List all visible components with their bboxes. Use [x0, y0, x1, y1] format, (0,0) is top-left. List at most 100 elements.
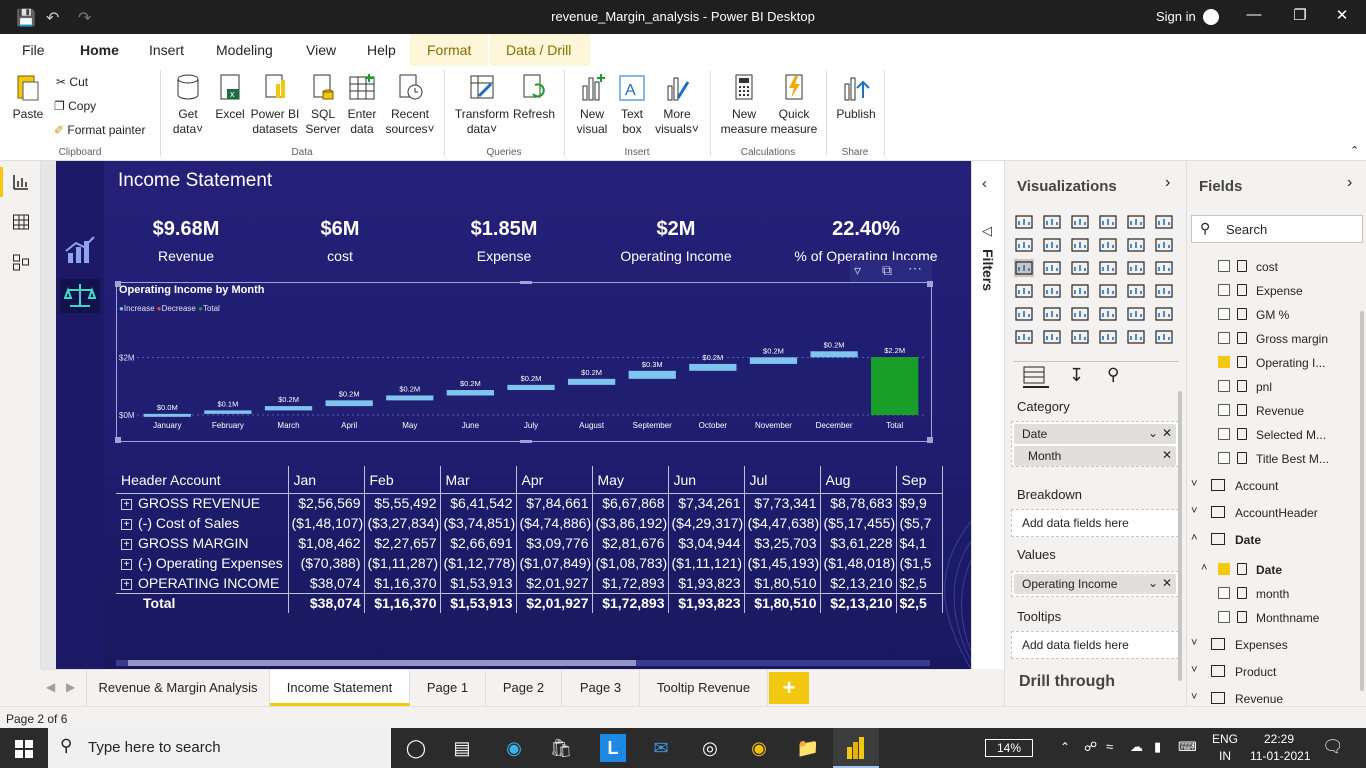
table-visual-icon[interactable]: [1042, 305, 1062, 323]
language-indicator[interactable]: ENG: [1212, 732, 1238, 746]
decomposition-tree-visual-icon[interactable]: [1014, 328, 1034, 346]
kpi-card-operating-income-pct[interactable]: 22.40%% of Operating Income: [776, 218, 956, 264]
key-influencers-visual-icon[interactable]: [1154, 305, 1174, 323]
store-icon[interactable]: 🛍: [538, 728, 584, 768]
checkbox[interactable]: [1218, 284, 1230, 296]
power-bi-taskbar-button[interactable]: [833, 728, 879, 768]
field-item[interactable]: Operating I...: [1187, 351, 1366, 375]
network-icon[interactable]: ☍: [1084, 739, 1097, 755]
chevron-up-icon[interactable]: ˄: [1191, 532, 1197, 544]
fields-tab[interactable]: [1023, 366, 1049, 388]
menu-view[interactable]: View: [302, 42, 340, 58]
edge-browser-icon[interactable]: ◉: [491, 728, 537, 768]
scatter-visual-icon[interactable]: [1070, 259, 1090, 277]
line-clustered-visual-icon[interactable]: [1126, 236, 1146, 254]
matrix-row[interactable]: + (-) Operating Expenses ($70,388) ($1,11,2…: [116, 553, 943, 573]
table-item[interactable]: ˅ Revenue: [1187, 687, 1366, 706]
tab-page-3[interactable]: Page 3: [562, 670, 640, 706]
field-item[interactable]: GM %: [1187, 303, 1366, 327]
chevron-up-icon[interactable]: ⌃: [1060, 740, 1070, 754]
chrome-icon[interactable]: ◉: [736, 728, 782, 768]
paste-button[interactable]: Paste: [6, 72, 50, 122]
qa-visual-icon[interactable]: [1042, 328, 1062, 346]
table-item[interactable]: ˅ Account: [1187, 474, 1366, 498]
table-item[interactable]: ˅ Product: [1187, 660, 1366, 684]
new-visual-button[interactable]: New visual: [572, 72, 612, 137]
field-item[interactable]: Monthname: [1187, 606, 1366, 630]
media-icon[interactable]: ◎: [687, 728, 733, 768]
tab-revenue-margin-analysis[interactable]: Revenue & Margin Analysis: [86, 670, 270, 706]
expand-icon[interactable]: +: [121, 558, 132, 570]
field-item[interactable]: Expense: [1187, 279, 1366, 303]
tab-page-1[interactable]: Page 1: [410, 670, 486, 706]
clustered-bar-visual-icon[interactable]: [1070, 213, 1090, 231]
expand-icon[interactable]: +: [121, 499, 132, 511]
stacked-bar-visual-icon[interactable]: [1014, 213, 1034, 231]
more-visuals-button[interactable]: More visuals˅: [652, 72, 702, 137]
matrix-column-header[interactable]: Aug: [820, 466, 897, 494]
new-measure-button[interactable]: New measure: [718, 72, 770, 137]
filled-map-visual-icon[interactable]: [1042, 282, 1062, 300]
fields-scrollbar[interactable]: [1360, 311, 1364, 691]
next-page-icon[interactable]: ▶: [66, 680, 75, 694]
map-visual-icon[interactable]: [1014, 282, 1034, 300]
category-subfield-chip[interactable]: Month ✕: [1014, 446, 1176, 466]
menu-modeling[interactable]: Modeling: [212, 42, 277, 58]
matrix-column-header[interactable]: Jun: [668, 466, 745, 494]
tooltips-well[interactable]: Add data fields here: [1011, 631, 1179, 659]
chevron-down-icon[interactable]: ˅: [1191, 664, 1197, 676]
pie-visual-icon[interactable]: [1098, 259, 1118, 277]
battery-icon[interactable]: ▮: [1154, 739, 1161, 755]
close-button[interactable]: ✕: [1322, 6, 1362, 24]
app-l-icon[interactable]: L: [600, 734, 626, 762]
checkbox[interactable]: [1218, 452, 1230, 464]
viz-scrollbar[interactable]: [1178, 391, 1182, 681]
r-visual-visual-icon[interactable]: [1098, 305, 1118, 323]
publish-button[interactable]: Publish: [834, 72, 878, 122]
tab-income-statement[interactable]: Income Statement: [270, 670, 410, 706]
menu-home[interactable]: Home: [76, 42, 123, 58]
battery-indicator[interactable]: 14%: [985, 739, 1033, 757]
copy-button[interactable]: ❐ Copy: [54, 99, 96, 113]
sign-in-link[interactable]: Sign in: [1156, 9, 1196, 24]
remove-icon[interactable]: ✕: [1162, 576, 1172, 590]
donut-visual-icon[interactable]: [1126, 259, 1146, 277]
checkbox[interactable]: [1218, 611, 1230, 623]
menu-data-drill[interactable]: Data / Drill: [502, 42, 575, 58]
chevron-down-icon[interactable]: ⌄: [1148, 576, 1158, 590]
kpi-card-expense[interactable]: $1.85M Expense: [419, 218, 589, 264]
more-options-icon[interactable]: ⋯: [908, 260, 922, 277]
resize-handle[interactable]: [115, 437, 121, 443]
checkbox[interactable]: [1218, 404, 1230, 416]
mail-icon[interactable]: ✉: [638, 728, 684, 768]
field-item[interactable]: month: [1187, 582, 1366, 606]
line-visual-icon[interactable]: [1014, 236, 1034, 254]
chevron-down-icon[interactable]: ˅: [1191, 691, 1197, 703]
values-well[interactable]: Operating Income ⌄ ✕: [1011, 571, 1179, 597]
stacked-column-visual-icon[interactable]: [1042, 213, 1062, 231]
task-view-icon[interactable]: ▤: [439, 728, 485, 768]
waterfall-chart-visual[interactable]: Operating Income by Month ●Increase ●Dec…: [115, 281, 933, 443]
windows-start-icon[interactable]: [15, 740, 33, 758]
field-item[interactable]: ˄ Date: [1187, 558, 1366, 582]
gauge-visual-icon[interactable]: [1070, 282, 1090, 300]
fields-search-box[interactable]: ⚲ Search: [1191, 215, 1363, 243]
tab-page-2[interactable]: Page 2: [486, 670, 562, 706]
ribbon-visual-icon[interactable]: [1154, 236, 1174, 254]
matrix-column-header[interactable]: Feb: [364, 466, 441, 494]
minimize-button[interactable]: —: [1234, 6, 1274, 23]
resize-handle[interactable]: [520, 440, 532, 443]
chevron-down-icon[interactable]: ⌄: [1148, 426, 1158, 440]
matrix-column-header[interactable]: Jan: [288, 466, 365, 494]
keyboard-icon[interactable]: ⌨: [1178, 739, 1197, 755]
stacked-area-visual-icon[interactable]: [1070, 236, 1090, 254]
text-box-button[interactable]: A Text box: [612, 72, 652, 137]
kpi-card-cost[interactable]: $6M cost: [255, 218, 425, 264]
field-item[interactable]: cost: [1187, 255, 1366, 279]
card-visual-icon[interactable]: [1098, 282, 1118, 300]
table-item[interactable]: ˅ AccountHeader: [1187, 501, 1366, 525]
scrollbar-thumb[interactable]: [128, 660, 636, 666]
expand-icon[interactable]: +: [121, 518, 132, 530]
checkbox[interactable]: [1218, 260, 1230, 272]
table-item[interactable]: ˅ Expenses: [1187, 633, 1366, 657]
